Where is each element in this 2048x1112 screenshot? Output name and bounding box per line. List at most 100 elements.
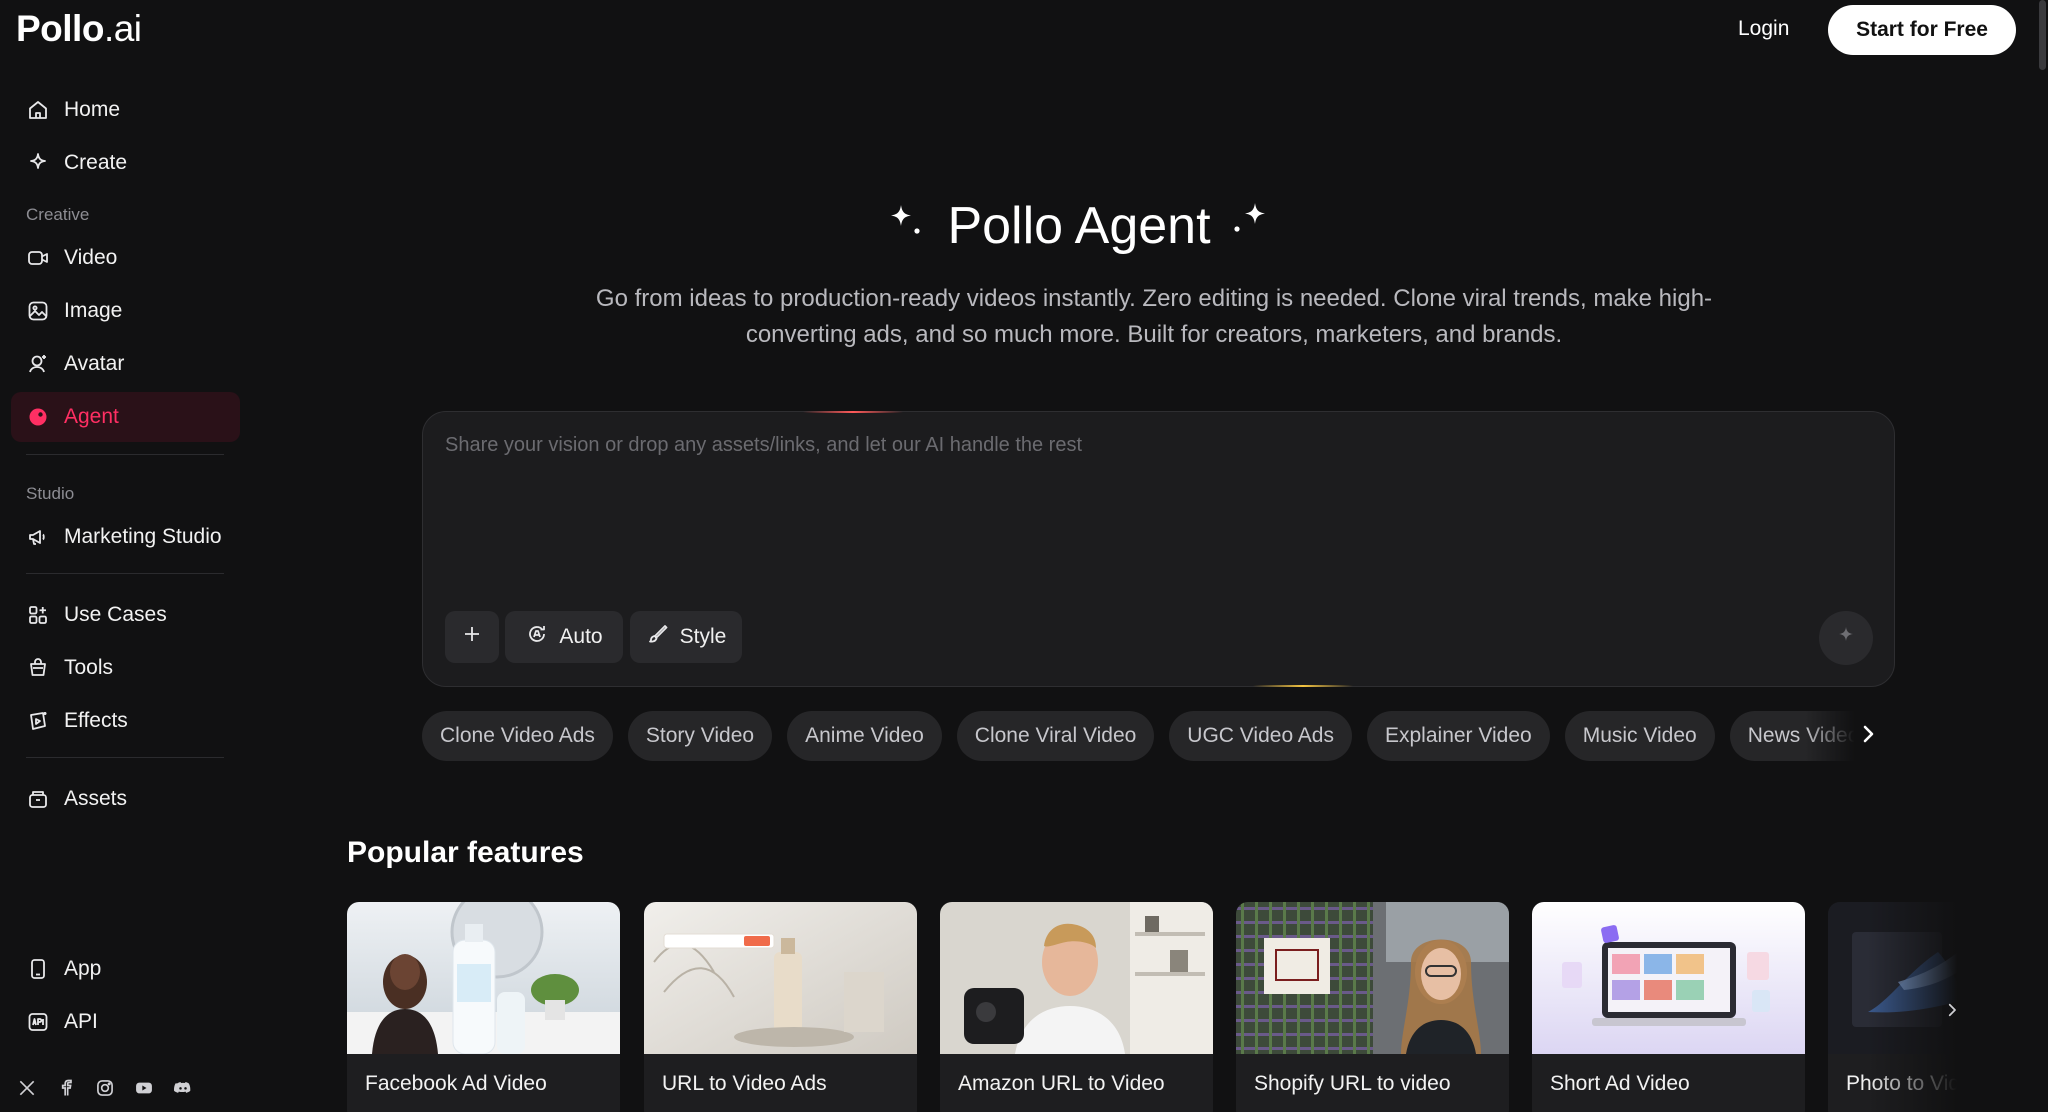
sidebar-item-label: Image <box>64 299 123 322</box>
chip-anime-video[interactable]: Anime Video <box>787 711 942 761</box>
sidebar-item-marketing-studio[interactable]: Marketing Studio <box>11 512 240 562</box>
sidebar-item-tools[interactable]: Tools <box>11 643 240 693</box>
megaphone-icon <box>26 525 50 549</box>
sidebar-item-create[interactable]: Create <box>11 138 240 188</box>
feature-card-shopify-url-to-video[interactable]: Shopify URL to video <box>1236 902 1509 1112</box>
glow-accent <box>803 411 903 413</box>
auto-label: Auto <box>559 625 603 648</box>
card-label: Short Ad Video <box>1550 1072 1690 1095</box>
carousel-next-button[interactable] <box>1943 1001 1961 1024</box>
chip-clone-video-ads[interactable]: Clone Video Ads <box>422 711 613 761</box>
style-button[interactable]: Style <box>630 611 742 663</box>
sidebar-item-api[interactable]: API <box>11 997 240 1047</box>
sidebar-item-video[interactable]: Video <box>11 233 240 283</box>
chip-clone-viral-video[interactable]: Clone Viral Video <box>956 711 1155 761</box>
divider <box>26 454 224 455</box>
sidebar-item-label: Assets <box>64 787 128 810</box>
sidebar-item-label: Tools <box>64 656 114 679</box>
auto-mode-button[interactable]: Auto <box>505 611 623 663</box>
effects-icon <box>26 709 50 733</box>
card-label: Amazon URL to Video <box>958 1072 1165 1095</box>
chip-ugc-video-ads[interactable]: UGC Video Ads <box>1169 711 1352 761</box>
sidebar-item-use-cases[interactable]: Use Cases <box>11 590 240 640</box>
feature-card-url-to-video-ads[interactable]: URL to Video Ads <box>644 902 917 1112</box>
card-thumbnail <box>347 902 620 1054</box>
prompt-box: Auto Style <box>422 411 1895 687</box>
sidebar-item-label: API <box>64 1010 98 1033</box>
card-thumbnail <box>940 902 1213 1054</box>
sidebar-item-label: Marketing Studio <box>64 525 222 548</box>
feature-carousel: Facebook Ad Video URL to Video Ads Amazo… <box>347 902 1967 1112</box>
divider <box>26 757 224 758</box>
sparkle-icon <box>26 151 50 175</box>
divider <box>26 573 224 574</box>
card-thumbnail <box>1532 902 1805 1054</box>
social-links <box>16 1077 194 1099</box>
sparkles-left-icon <box>887 196 931 256</box>
x-icon[interactable] <box>16 1077 38 1099</box>
sidebar-item-label: Use Cases <box>64 603 167 626</box>
sidebar-item-label: Create <box>64 151 128 174</box>
hero-subtitle: Go from ideas to production-ready videos… <box>595 285 1713 348</box>
logo[interactable]: Pollo.ai <box>16 8 142 50</box>
sidebar-item-image[interactable]: Image <box>11 286 240 336</box>
folder-icon <box>26 787 50 811</box>
generate-button[interactable] <box>1819 611 1873 665</box>
video-icon <box>26 246 50 270</box>
chip-story-video[interactable]: Story Video <box>627 711 773 761</box>
card-label: Shopify URL to video <box>1254 1072 1451 1095</box>
section-label-studio: Studio <box>26 484 75 503</box>
login-link[interactable]: Login <box>1738 17 1789 41</box>
chips-next-button[interactable] <box>1850 718 1886 754</box>
sidebar-item-home[interactable]: Home <box>11 85 240 135</box>
sidebar-item-label: App <box>64 957 102 980</box>
sidebar-item-agent[interactable]: Agent <box>11 392 240 442</box>
auto-icon <box>525 622 549 652</box>
sidebar: Pollo.ai Home Create Creative Video Imag… <box>0 0 250 1112</box>
phone-icon <box>26 957 50 981</box>
feature-card-short-ad-video[interactable]: Short Ad Video <box>1532 902 1805 1112</box>
sidebar-item-assets[interactable]: Assets <box>11 774 240 824</box>
sidebar-item-effects[interactable]: Effects <box>11 696 240 746</box>
start-for-free-button[interactable]: Start for Free <box>1828 5 2016 55</box>
chip-music-video[interactable]: Music Video <box>1564 711 1715 761</box>
section-label-creative: Creative <box>26 205 90 224</box>
sparkles-right-icon <box>1227 196 1271 256</box>
plus-icon <box>460 622 484 652</box>
home-icon <box>26 98 50 122</box>
facebook-icon[interactable] <box>55 1077 77 1099</box>
scrollbar[interactable] <box>2039 0 2046 70</box>
popular-features-heading: Popular features <box>347 836 584 869</box>
avatar-icon <box>26 352 50 376</box>
sidebar-item-label: Agent <box>64 405 119 428</box>
chevron-right-icon <box>1856 722 1880 751</box>
sidebar-item-label: Avatar <box>64 352 125 375</box>
toolbox-icon <box>26 656 50 680</box>
hero-heading: Pollo Agent <box>250 196 1908 256</box>
chevron-right-icon <box>1943 1003 1961 1023</box>
page-title: Pollo Agent <box>947 197 1211 255</box>
brush-icon <box>646 622 670 652</box>
image-icon <box>26 299 50 323</box>
feature-card-facebook-ad-video[interactable]: Facebook Ad Video <box>347 902 620 1112</box>
api-icon <box>26 1010 50 1034</box>
youtube-icon[interactable] <box>133 1077 155 1099</box>
style-label: Style <box>679 625 727 648</box>
sidebar-item-label: Video <box>64 246 118 269</box>
discord-icon[interactable] <box>172 1077 194 1099</box>
prompt-input[interactable] <box>445 434 1865 554</box>
sparkle-icon <box>1834 624 1858 653</box>
card-label: URL to Video Ads <box>662 1072 827 1095</box>
sidebar-item-avatar[interactable]: Avatar <box>11 339 240 389</box>
instagram-icon[interactable] <box>94 1077 116 1099</box>
agent-icon <box>26 405 50 429</box>
sidebar-item-label: Effects <box>64 709 128 732</box>
chip-explainer-video[interactable]: Explainer Video <box>1367 711 1550 761</box>
sidebar-item-label: Home <box>64 98 121 121</box>
grid-icon <box>26 603 50 627</box>
feature-card-amazon-url-to-video[interactable]: Amazon URL to Video <box>940 902 1213 1112</box>
sidebar-item-app[interactable]: App <box>11 944 240 994</box>
glow-accent <box>1253 685 1353 687</box>
template-chips: Clone Video Ads Story Video Anime Video … <box>422 711 1895 761</box>
add-asset-button[interactable] <box>445 611 499 663</box>
